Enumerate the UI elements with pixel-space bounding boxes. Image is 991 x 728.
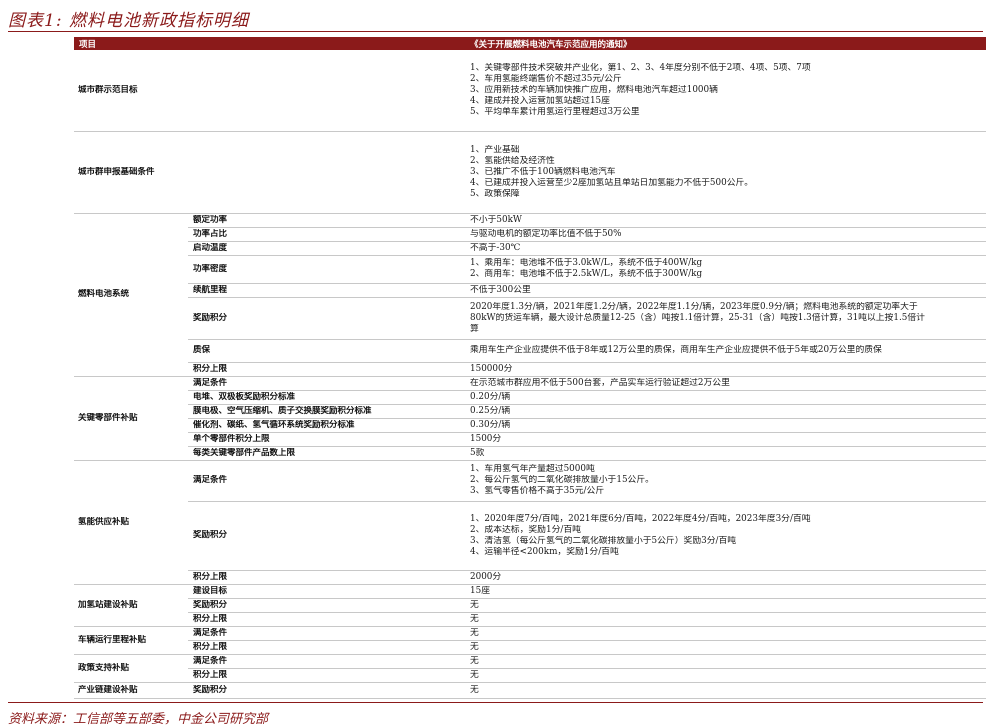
detail-line: 0.20分/辆	[470, 391, 511, 402]
detail-line: 5、政策保障	[470, 188, 520, 199]
detail-line: 2、成本达标，奖励1分/百吨	[470, 524, 581, 535]
detail-line: 2、车用氢能终端售价不超过35元/公斤	[470, 74, 622, 84]
sub-item-label: 满足条件	[193, 475, 228, 485]
row-divider	[188, 339, 986, 340]
category-label: 产业链建设补贴	[78, 684, 138, 695]
category-label: 氢能供应补贴	[78, 516, 130, 527]
footer-divider	[8, 702, 983, 703]
sub-item-label: 积分上限	[193, 613, 228, 624]
detail-line: 无	[470, 669, 479, 680]
detail-line: 2、商用车：电池堆不低于2.5kW/L，系统不低于300W/kg	[470, 269, 703, 279]
sub-item-label: 启动温度	[193, 242, 228, 253]
detail-line: 无	[470, 627, 479, 638]
sub-item-label: 功率占比	[193, 228, 228, 239]
detail-line: 4、运输半径<200km，奖励1分/百吨	[470, 546, 619, 557]
detail-line: 2、每公斤氢气的二氧化碳排放量小于15公斤。	[470, 475, 654, 485]
detail-line: 4、建成并投入运营加氢站超过15座	[470, 96, 610, 106]
detail-line: 80kW的货运车辆，最大设计总质量12-25（含）吨按1.1倍计算，25-31（…	[470, 312, 925, 323]
row-divider	[74, 682, 986, 683]
category-label: 政策支持补贴	[78, 662, 130, 673]
sub-item-label: 每类关键零部件产品数上限	[193, 447, 296, 458]
detail-line: 150000分	[470, 363, 513, 374]
detail-line: 不高于-30℃	[470, 242, 521, 253]
category-label: 城市群示范目标	[78, 85, 138, 95]
detail-line: 2000分	[470, 571, 502, 582]
sub-item-label: 功率密度	[193, 263, 228, 274]
sub-item-label: 满足条件	[193, 655, 228, 666]
detail-line: 0.30分/辆	[470, 419, 511, 430]
detail-line: 在示范城市群应用不低于500台套，产品实车运行验证超过2万公里	[470, 377, 730, 388]
row-divider	[188, 255, 986, 256]
sub-item-label: 膜电极、空气压缩机、质子交换膜奖励积分标准	[193, 405, 372, 416]
sub-item-label: 奖励积分	[193, 312, 228, 323]
sub-item-label: 满足条件	[193, 377, 228, 388]
detail-line: 1、关键零部件技术突破并产业化，第1、2、3、4年度分别不低于2项、4项、5项、…	[470, 63, 811, 73]
source-note: 资料来源：工信部等五部委，中金公司研究部	[8, 712, 269, 727]
sub-item-label: 奖励积分	[193, 684, 228, 695]
row-divider	[74, 460, 986, 461]
detail-line: 与驱动电机的额定功率比值不低于50%	[470, 228, 622, 239]
detail-line: 2020年度1.3分/辆，2021年度1.2分/辆，2022年度1.1分/辆，2…	[470, 301, 918, 312]
detail-line: 无	[470, 599, 479, 610]
sub-item-label: 奖励积分	[193, 530, 228, 540]
detail-line: 无	[470, 655, 479, 666]
sub-item-label: 电堆、双极板奖励积分标准	[193, 391, 296, 402]
row-divider	[188, 501, 986, 502]
sub-item-label: 奖励积分	[193, 599, 228, 610]
sub-item-label: 建设目标	[193, 585, 228, 596]
detail-line: 3、应用新技术的车辆加快推广应用，燃料电池汽车超过1000辆	[470, 85, 718, 95]
row-divider	[188, 297, 986, 298]
detail-line: 不低于300公里	[470, 284, 531, 295]
policy-table: 1、关键零部件技术突破并产业化，第1、2、3、4年度分别不低于2项、4项、5项、…	[0, 0, 991, 728]
row-divider	[74, 131, 986, 132]
detail-line: 1、产业基础	[470, 144, 520, 155]
sub-item-label: 单个零部件积分上限	[193, 433, 270, 444]
category-label: 城市群申报基础条件	[78, 166, 155, 177]
detail-line: 5、平均单车累计用氢运行里程超过3万公里	[470, 107, 640, 117]
detail-line: 1500分	[470, 433, 502, 444]
sub-item-label: 积分上限	[193, 571, 228, 582]
category-label: 加氢站建设补贴	[78, 599, 138, 610]
detail-line: 不小于50kW	[470, 214, 522, 225]
detail-line: 乘用车生产企业应提供不低于8年或12万公里的质保，商用车生产企业应提供不低于5年…	[470, 345, 882, 355]
sub-item-label: 质保	[193, 345, 211, 355]
detail-line: 5款	[470, 447, 485, 458]
row-divider	[74, 698, 986, 699]
sub-item-label: 积分上限	[193, 363, 228, 374]
detail-line: 15座	[470, 585, 490, 596]
detail-line: 1、车用氢气年产量超过5000吨	[470, 464, 595, 474]
category-label: 关键零部件补贴	[78, 412, 138, 423]
detail-line: 1、2020年度7分/百吨，2021年度6分/百吨，2022年度4分/百吨，20…	[470, 513, 811, 524]
detail-line: 算	[470, 323, 479, 334]
detail-line: 0.25分/辆	[470, 405, 511, 416]
sub-item-label: 额定功率	[193, 214, 228, 225]
detail-line: 无	[470, 641, 479, 652]
detail-line: 无	[470, 684, 479, 695]
detail-line: 3、氢气零售价格不高于35元/公斤	[470, 486, 605, 496]
sub-item-label: 积分上限	[193, 669, 228, 680]
sub-item-label: 催化剂、碳纸、氢气循环系统奖励积分标准	[193, 419, 355, 430]
detail-line: 2、氢能供给及经济性	[470, 155, 555, 166]
category-label: 燃料电池系统	[78, 289, 130, 299]
sub-item-label: 积分上限	[193, 641, 228, 652]
detail-line: 3、清洁氢（每公斤氢气的二氧化碳排放量小于5公斤）奖励3分/百吨	[470, 535, 737, 546]
category-label: 车辆运行里程补贴	[78, 634, 147, 645]
detail-line: 4、已建成并投入运营至少2座加氢站且单站日加氢能力不低于500公斤。	[470, 177, 754, 188]
detail-line: 3、已推广不低于100辆燃料电池汽车	[470, 166, 616, 177]
detail-line: 1、乘用车：电池堆不低于3.0kW/L，系统不低于400W/kg	[470, 258, 703, 268]
detail-line: 无	[470, 613, 479, 624]
sub-item-label: 续航里程	[193, 284, 228, 295]
sub-item-label: 满足条件	[193, 627, 228, 638]
